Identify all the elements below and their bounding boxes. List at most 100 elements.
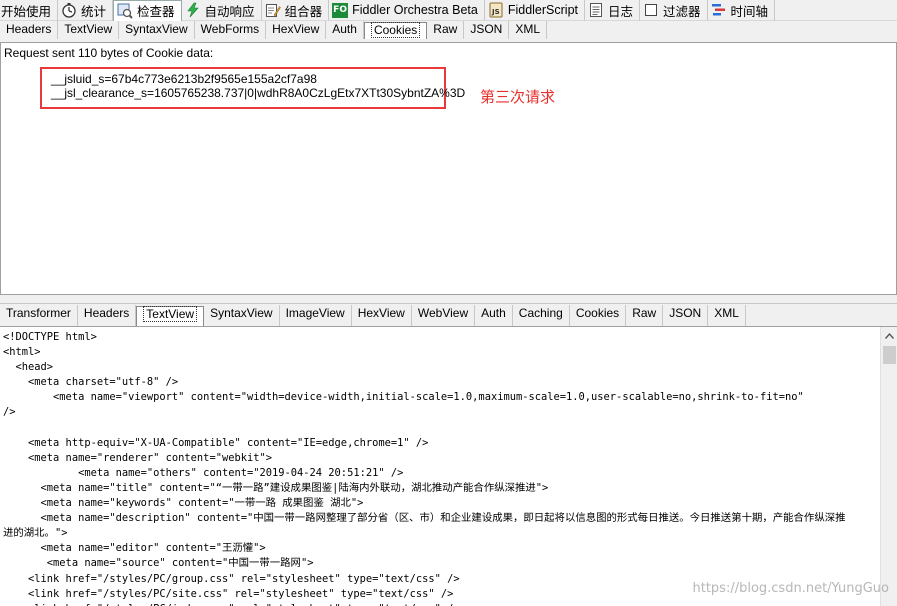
response-tab-webview[interactable]: WebView bbox=[412, 305, 476, 326]
compose-icon bbox=[265, 2, 281, 18]
tab-label: Raw bbox=[632, 306, 657, 320]
response-tab-hexview[interactable]: HexView bbox=[352, 305, 412, 326]
toolbar-item-5[interactable]: FO Fiddler Orchestra Beta bbox=[329, 0, 485, 21]
toolbar-item-9[interactable]: 时间轴 bbox=[708, 0, 776, 21]
code-line: <meta name="others" content="2019-04-24 … bbox=[3, 466, 404, 479]
script-icon: JS bbox=[488, 2, 504, 18]
tab-label: Headers bbox=[6, 22, 52, 36]
scroll-thumb[interactable] bbox=[883, 346, 896, 364]
request-tab-hexview[interactable]: HexView bbox=[266, 21, 327, 39]
request-tab-cookies[interactable]: Cookies bbox=[363, 22, 428, 39]
toolbar-item-label: 自动响应 bbox=[204, 4, 255, 19]
request-tab-auth[interactable]: Auth bbox=[326, 21, 364, 39]
tab-label: SyntaxView bbox=[210, 306, 273, 320]
tab-label: SyntaxView bbox=[125, 22, 188, 36]
tab-label: XML bbox=[714, 306, 739, 320]
response-tab-auth[interactable]: Auth bbox=[475, 305, 513, 326]
toolbar-item-4[interactable]: 组合器 bbox=[262, 0, 330, 21]
code-line: <meta name="viewport" content="width=dev… bbox=[3, 391, 804, 404]
stopwatch-icon bbox=[61, 2, 77, 18]
toolbar-item-label: Fiddler Orchestra Beta bbox=[352, 3, 478, 17]
svg-text:JS: JS bbox=[491, 8, 500, 16]
toolbar-item-0[interactable]: 开始使用 bbox=[0, 0, 59, 21]
log-icon bbox=[588, 2, 604, 18]
tab-label: Raw bbox=[433, 22, 458, 36]
code-line: /> bbox=[3, 406, 16, 419]
request-tab-raw[interactable]: Raw bbox=[427, 21, 465, 39]
cookie-line: __jsluid_s=67b4c773e6213b2f9565e155a2cf7… bbox=[51, 72, 317, 86]
tab-label: JSON bbox=[470, 22, 503, 36]
code-line: <meta name="description" content="中国一带一路… bbox=[3, 512, 846, 525]
checkbox-icon bbox=[643, 2, 659, 18]
toolbar-item-label: 检查器 bbox=[137, 5, 175, 19]
inspect-icon bbox=[117, 3, 133, 19]
toolbar-item-1[interactable]: 统计 bbox=[58, 0, 114, 21]
tab-label: WebForms bbox=[200, 22, 260, 36]
request-tab-json[interactable]: JSON bbox=[464, 21, 510, 39]
tab-label: JSON bbox=[669, 306, 702, 320]
toolbar-item-7[interactable]: 日志 bbox=[585, 0, 641, 21]
response-tab-transformer[interactable]: Transformer bbox=[0, 305, 78, 326]
response-tab-json[interactable]: JSON bbox=[663, 305, 709, 326]
request-tab-syntaxview[interactable]: SyntaxView bbox=[119, 21, 195, 39]
code-line: 进的湖北。"> bbox=[3, 527, 68, 540]
tab-label: Auth bbox=[481, 306, 506, 320]
code-line: <!DOCTYPE html> bbox=[3, 331, 97, 343]
toolbar-item-6[interactable]: JS FiddlerScript bbox=[485, 0, 585, 21]
response-tab-caching[interactable]: Caching bbox=[513, 305, 570, 326]
timeline-icon bbox=[711, 2, 727, 18]
lightning-icon bbox=[185, 2, 201, 18]
toolbar-item-label: 时间轴 bbox=[730, 4, 769, 19]
response-tab-syntaxview[interactable]: SyntaxView bbox=[204, 305, 280, 326]
toolbar-item-label: 统计 bbox=[81, 4, 107, 19]
tab-label: TextView bbox=[64, 22, 113, 36]
tab-label: XML bbox=[515, 22, 541, 36]
response-textview-pane[interactable]: <!DOCTYPE html> <html> <head> <meta chars… bbox=[0, 326, 897, 606]
tab-label: HexView bbox=[272, 22, 320, 36]
watermark: https://blog.csdn.net/YungGuo bbox=[692, 581, 889, 596]
response-tab-imageview[interactable]: ImageView bbox=[280, 305, 352, 326]
tab-label: WebView bbox=[417, 306, 469, 320]
code-line: <meta charset="utf-8" /> bbox=[3, 376, 179, 389]
response-tab-cookies[interactable]: Cookies bbox=[570, 305, 627, 326]
scroll-up-icon[interactable] bbox=[881, 327, 897, 344]
toolbar-item-8[interactable]: 过滤器 bbox=[640, 0, 708, 21]
toolbar-item-label: 开始使用 bbox=[1, 4, 52, 19]
code-line: <meta name="editor" content="王沥懽"> bbox=[3, 542, 266, 555]
cookie-list: __jsluid_s=67b4c773e6213b2f9565e155a2cf7… bbox=[51, 72, 465, 100]
tab-label: Caching bbox=[518, 306, 563, 320]
response-tab-textview[interactable]: TextView bbox=[136, 306, 205, 326]
tab-label: Headers bbox=[83, 306, 130, 320]
code-line: <html> bbox=[3, 346, 41, 359]
fo-icon: FO bbox=[332, 2, 349, 18]
tab-label: Transformer bbox=[6, 306, 71, 320]
code-line: <meta name="renderer" content="webkit"> bbox=[3, 451, 272, 464]
pane-splitter[interactable] bbox=[0, 295, 897, 304]
vertical-scrollbar[interactable] bbox=[880, 327, 897, 606]
code-line: <meta name="keywords" content="一带一路 成果图鉴… bbox=[3, 497, 364, 510]
request-tab-headers[interactable]: Headers bbox=[0, 21, 59, 39]
response-tab-xml[interactable]: XML bbox=[708, 305, 746, 326]
response-tab-raw[interactable]: Raw bbox=[626, 305, 664, 326]
toolbar-item-3[interactable]: 自动响应 bbox=[182, 0, 262, 21]
response-tab-headers[interactable]: Headers bbox=[78, 305, 137, 326]
request-tab-textview[interactable]: TextView bbox=[58, 21, 120, 39]
request-tab-webforms[interactable]: WebForms bbox=[195, 21, 267, 39]
code-line: <head> bbox=[3, 361, 54, 374]
request-tab-xml[interactable]: XML bbox=[509, 21, 548, 39]
tab-label: Auth bbox=[332, 22, 357, 36]
request-cookie-header: Request sent 110 bytes of Cookie data: bbox=[4, 46, 214, 60]
tab-label: Cookies bbox=[575, 306, 620, 320]
request-cookies-pane: Request sent 110 bytes of Cookie data: _… bbox=[0, 42, 897, 295]
toolbar-item-2[interactable]: 检查器 bbox=[113, 0, 182, 21]
code-line: <meta name="source" content="中国一带一路网"> bbox=[3, 557, 314, 570]
request-tab-row: Headers TextView SyntaxView WebForms HexView… bbox=[0, 21, 897, 39]
toolbar-item-label: FiddlerScript bbox=[507, 3, 578, 17]
code-line: <meta http-equiv="X-UA-Compatible" conte… bbox=[3, 436, 429, 449]
main-toolbar: 开始使用 统计 检查器 自动响应 组合器 FO Fiddler Orchestra Beta… bbox=[0, 0, 897, 21]
cookie-line: __jsl_clearance_s=1605765238.737|0|wdhR8… bbox=[51, 86, 466, 100]
code-line: <link href="/styles/PC/index.css" rel="s… bbox=[3, 602, 879, 606]
toolbar-item-label: 组合器 bbox=[284, 4, 323, 19]
fo-badge: FO bbox=[332, 2, 349, 18]
